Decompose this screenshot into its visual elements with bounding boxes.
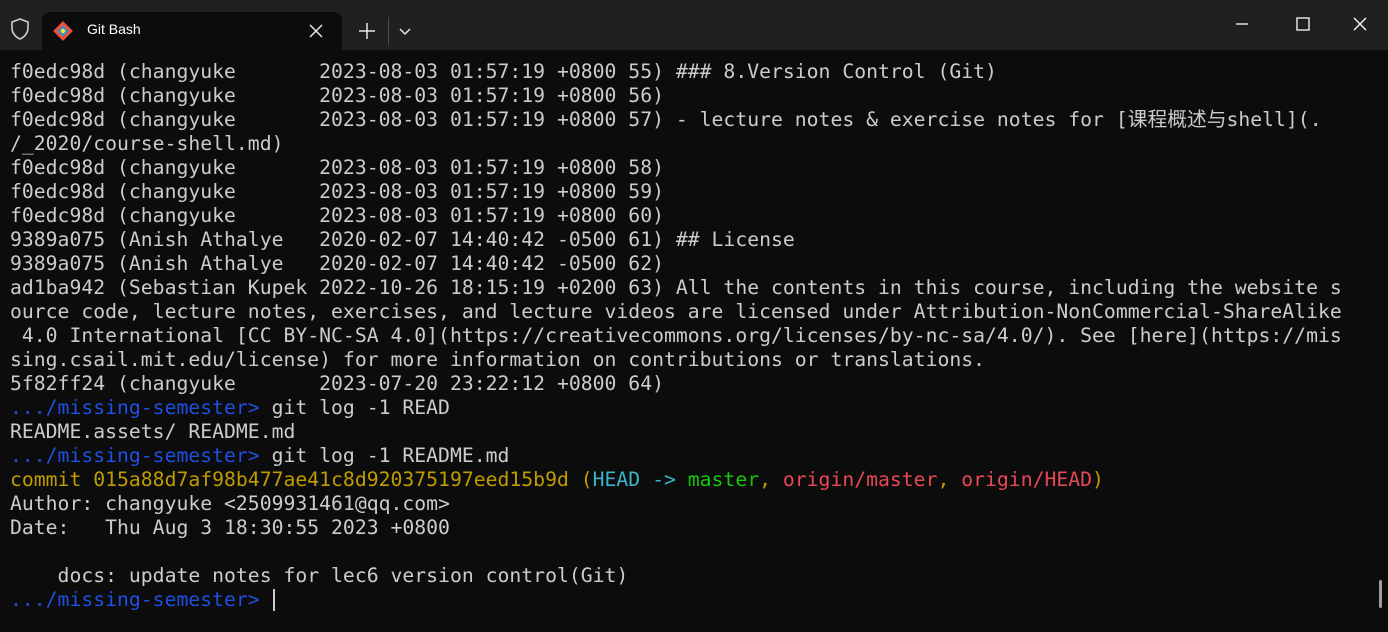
- terminal-line: /_2020/course-shell.md): [10, 132, 284, 155]
- command-text: git log -1 READ: [259, 396, 450, 419]
- minimize-icon[interactable]: [1232, 14, 1252, 34]
- shield-icon[interactable]: [8, 17, 32, 41]
- ref-close-paren: ): [1092, 468, 1104, 491]
- ref-space: [676, 468, 688, 491]
- ref-open-paren: (: [568, 468, 593, 491]
- terminal-line: f0edc98d (changyuke 2023-08-03 01:57:19 …: [10, 60, 997, 83]
- terminal-line: sing.csail.mit.edu/license) for more inf…: [10, 348, 986, 371]
- commit-message: docs: update notes for lec6 version cont…: [10, 564, 629, 587]
- author-line: Author: changyuke <2509931461@qq.com>: [10, 492, 450, 515]
- tab-git-bash[interactable]: Git Bash: [42, 12, 342, 50]
- terminal-line: 4.0 International [CC BY-NC-SA 4.0](http…: [10, 324, 1342, 347]
- text-cursor: [272, 589, 275, 611]
- terminal-line: ad1ba942 (Sebastian Kupek 2022-10-26 18:…: [10, 276, 1342, 299]
- window-close-icon[interactable]: [1350, 14, 1370, 34]
- terminal-line: 9389a075 (Anish Athalye 2020-02-07 14:40…: [10, 228, 795, 251]
- close-icon[interactable]: [307, 22, 325, 40]
- ref-comma: ,: [937, 468, 962, 491]
- terminal-line: 5f82ff24 (changyuke 2023-07-20 23:22:12 …: [10, 372, 664, 395]
- remote-master-ref: origin/master: [782, 468, 938, 491]
- prompt-line: .../missing-semester> git log -1 README.…: [10, 444, 1370, 468]
- scrollbar-thumb[interactable]: [1379, 580, 1382, 608]
- terminal-line: 9389a075 (Anish Athalye 2020-02-07 14:40…: [10, 252, 664, 275]
- head-ref: HEAD ->: [592, 468, 676, 491]
- git-bash-icon: [53, 21, 73, 41]
- commit-line: commit 015a88d7af98b477ae41c8d920375197e…: [10, 468, 1370, 492]
- maximize-icon[interactable]: [1293, 14, 1313, 34]
- prompt-path: .../missing-semester>: [10, 588, 260, 611]
- ref-comma: ,: [759, 468, 783, 491]
- terminal-window: Git Bash f0edc98d (changyuke 2023-08-03 …: [0, 0, 1388, 632]
- prompt-trail: [260, 588, 272, 611]
- terminal-line: f0edc98d (changyuke 2023-08-03 01:57:19 …: [10, 108, 1322, 131]
- prompt-line[interactable]: .../missing-semester>: [10, 588, 1370, 612]
- commit-hash: commit 015a88d7af98b477ae41c8d920375197e…: [10, 468, 569, 491]
- terminal-line: f0edc98d (changyuke 2023-08-03 01:57:19 …: [10, 84, 664, 107]
- prompt-path: .../missing-semester>: [10, 396, 260, 419]
- terminal-line: ource code, lecture notes, exercises, an…: [10, 300, 1342, 323]
- tab-title: Git Bash: [87, 21, 141, 37]
- prompt-path: .../missing-semester>: [10, 444, 260, 467]
- terminal-line: f0edc98d (changyuke 2023-08-03 01:57:19 …: [10, 204, 664, 227]
- prompt-line: .../missing-semester> git log -1 READ: [10, 396, 1370, 420]
- chevron-down-icon[interactable]: [396, 23, 414, 41]
- remote-head-ref: origin/HEAD: [961, 468, 1093, 491]
- completion-line: README.assets/ README.md: [10, 420, 296, 443]
- command-text: git log -1 README.md: [259, 444, 510, 467]
- plus-icon[interactable]: [357, 21, 377, 41]
- title-bar: Git Bash: [0, 0, 1388, 50]
- branch-ref: master: [687, 468, 760, 491]
- terminal-line: f0edc98d (changyuke 2023-08-03 01:57:19 …: [10, 180, 664, 203]
- date-line: Date: Thu Aug 3 18:30:55 2023 +0800: [10, 516, 450, 539]
- terminal-output[interactable]: f0edc98d (changyuke 2023-08-03 01:57:19 …: [10, 60, 1370, 628]
- terminal-line: f0edc98d (changyuke 2023-08-03 01:57:19 …: [10, 156, 664, 179]
- titlebar-divider: [388, 17, 389, 45]
